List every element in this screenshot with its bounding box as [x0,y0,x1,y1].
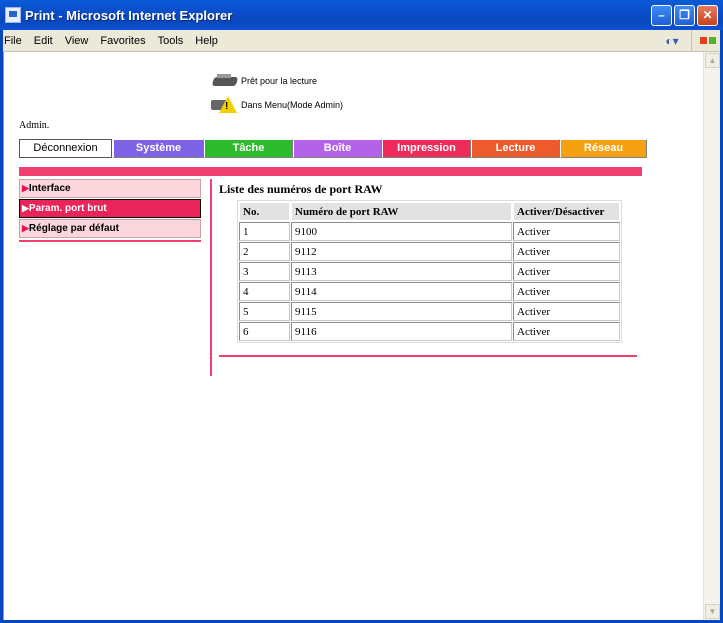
cell-port: 9116 [291,322,512,341]
menu-file[interactable]: File [0,35,28,47]
cell-no: 1 [239,222,290,241]
printer-icon [211,73,239,89]
sidebar-item-interface[interactable]: ▶Interface [19,179,201,198]
sidebar-divider [19,240,201,242]
cell-status: Activer [513,222,620,241]
sidebar-item-label: Réglage par défaut [28,223,119,234]
section-divider [19,167,642,176]
content-bottom-divider [219,355,637,357]
menu-help[interactable]: Help [189,35,224,47]
menu-view[interactable]: View [59,35,95,47]
cell-status: Activer [513,242,620,261]
cell-status: Activer [513,322,620,341]
window-titlebar: Print - Microsoft Internet Explorer – ❐ … [0,0,723,30]
window-title: Print - Microsoft Internet Explorer [25,7,233,23]
windows-flag-icon [691,29,723,52]
sidebar: ▶Interface ▶Param. port brut ▶Réglage pa… [19,179,201,242]
table-row: 5 9115 Activer [239,302,620,321]
maximize-button[interactable]: ❐ [674,4,695,26]
raw-port-table: No. Numéro de port RAW Activer/Désactive… [237,200,622,343]
ie-page-icon [5,7,21,23]
cell-no: 3 [239,262,290,281]
menu-edit[interactable]: Edit [28,35,59,47]
status-mode-text: Dans Menu(Mode Admin) [241,100,344,110]
table-row: 1 9100 Activer [239,222,620,241]
warning-printer-icon: ! [211,94,239,116]
cell-port: 9112 [291,242,512,261]
user-label: Admin. [19,120,50,131]
arrow-right-icon: ▶ [22,203,29,213]
sidebar-item-label: Param. port brut [28,203,107,214]
cell-no: 4 [239,282,290,301]
browser-viewport: Prêt pour la lecture ! Dans Menu(Mode Ad… [3,52,720,620]
tab-impression[interactable]: Impression [382,139,471,158]
cell-port: 9100 [291,222,512,241]
status-mode: ! Dans Menu(Mode Admin) [211,93,343,117]
scroll-down-arrow-icon[interactable]: ▼ [705,604,720,619]
cell-status: Activer [513,302,620,321]
menu-bar: File Edit View Favorites Tools Help ◐▾ [0,29,723,52]
logout-button[interactable]: Déconnexion [19,139,112,158]
scroll-up-arrow-icon[interactable]: ▲ [705,53,720,68]
main-tabs: Déconnexion Système Tâche Boîte Impressi… [19,139,647,158]
table-row: 4 9114 Activer [239,282,620,301]
table-row: 3 9113 Activer [239,262,620,281]
cell-status: Activer [513,262,620,281]
status-ready-text: Prêt pour la lecture [241,76,318,86]
tab-reseau[interactable]: Réseau [560,139,647,158]
column-header-status: Activer/Désactiver [513,202,620,221]
cell-no: 6 [239,322,290,341]
sidebar-item-label: Interface [28,183,71,194]
table-row: 6 9116 Activer [239,322,620,341]
sidebar-item-default-settings[interactable]: ▶Réglage par défaut [19,219,201,238]
sidebar-item-raw-port[interactable]: ▶Param. port brut [19,199,201,218]
vertical-scrollbar[interactable]: ▲ ▼ [703,52,720,620]
menu-favorites[interactable]: Favorites [94,35,151,47]
column-header-port: Numéro de port RAW [291,202,512,221]
tab-tache[interactable]: Tâche [204,139,293,158]
close-button[interactable]: ✕ [697,4,718,26]
content-divider [210,179,212,376]
tab-lecture[interactable]: Lecture [471,139,560,158]
cell-port: 9115 [291,302,512,321]
ie-toolbar-icon[interactable]: ◐▾ [661,33,683,49]
cell-port: 9113 [291,262,512,281]
cell-status: Activer [513,282,620,301]
arrow-right-icon: ▶ [22,183,29,193]
minimize-button[interactable]: – [651,4,672,26]
cell-no: 2 [239,242,290,261]
page-title: Liste des numéros de port RAW [219,182,383,196]
cell-no: 5 [239,302,290,321]
cell-port: 9114 [291,282,512,301]
tab-boite[interactable]: Boîte [293,139,382,158]
column-header-no: No. [239,202,290,221]
status-block: Prêt pour la lecture ! Dans Menu(Mode Ad… [211,69,343,117]
menu-tools[interactable]: Tools [152,35,190,47]
tab-systeme[interactable]: Système [113,139,204,158]
arrow-right-icon: ▶ [22,223,29,233]
table-header-row: No. Numéro de port RAW Activer/Désactive… [239,202,620,221]
status-ready: Prêt pour la lecture [211,69,343,93]
table-row: 2 9112 Activer [239,242,620,261]
